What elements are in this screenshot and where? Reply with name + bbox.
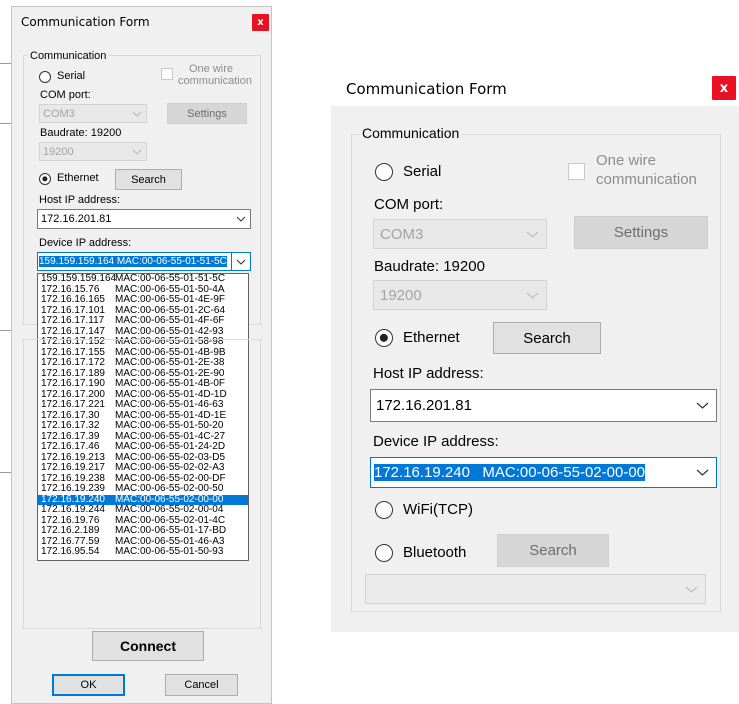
ethernet-label: Ethernet: [57, 172, 99, 184]
chevron-down-icon: [677, 586, 705, 593]
secondary-group: [23, 339, 261, 629]
host-ip-label: Host IP address:: [39, 194, 121, 206]
communication-group-label: Communication: [360, 125, 462, 142]
device-mac: MAC:00-06-55-01-4E-9F: [115, 294, 226, 305]
device-ip-label: Device IP address:: [373, 433, 499, 450]
baudrate-value: 19200: [380, 286, 422, 304]
serial-radio[interactable]: [39, 71, 51, 83]
bluetooth-radio[interactable]: [375, 544, 393, 562]
one-wire-checkbox[interactable]: [161, 68, 173, 80]
client-area: Communication Serial One wire communicat…: [331, 106, 739, 632]
close-button[interactable]: x: [712, 76, 736, 100]
com-port-label: COM port:: [374, 196, 444, 213]
connect-button[interactable]: Connect: [92, 631, 204, 661]
chevron-down-icon: [688, 469, 716, 476]
settings-button[interactable]: Settings: [574, 216, 708, 249]
window-title: Communication Form: [346, 80, 507, 98]
device-ip: 172.16.17.117: [41, 315, 105, 326]
com-port-value: COM3: [380, 225, 424, 243]
device-ip: 172.16.16.165: [41, 294, 105, 305]
com-port-select[interactable]: COM3: [373, 219, 547, 249]
settings-button[interactable]: Settings: [167, 103, 247, 124]
host-ip-select[interactable]: 172.16.201.81: [370, 389, 717, 422]
one-wire-label-line1: One wire: [189, 63, 234, 75]
serial-radio[interactable]: [375, 163, 393, 181]
device-mac: MAC:00-06-55-01-4F-6F: [115, 315, 225, 326]
baudrate-label: Baudrate: 19200: [374, 258, 485, 275]
device-ip-select[interactable]: 159.159.159.164 MAC:00-06-55-01-51-5C: [37, 252, 251, 271]
ok-button[interactable]: OK: [52, 674, 125, 696]
chevron-down-icon: [128, 149, 146, 155]
one-wire-label-line2: communication: [178, 75, 252, 87]
com-port-value: COM3: [43, 107, 75, 120]
device-list-item[interactable]: 159.159.159.164 MAC:00-06-55-01-51-5C: [38, 274, 248, 285]
baudrate-select[interactable]: 19200: [39, 142, 147, 161]
chevron-down-icon: [518, 292, 546, 299]
ethernet-label: Ethernet: [403, 329, 460, 346]
host-ip-value: 172.16.201.81: [376, 397, 472, 414]
device-ip-label: Device IP address:: [39, 237, 132, 249]
wifi-tcp-label: WiFi(TCP): [403, 501, 473, 518]
baudrate-label: Baudrate: 19200: [40, 127, 122, 139]
chevron-down-icon: [688, 402, 716, 409]
device-ip-value: 159.159.159.164 MAC:00-06-55-01-51-5C: [39, 256, 227, 267]
device-list-item[interactable]: 172.16.16.165 MAC:00-06-55-01-4E-9F: [38, 294, 248, 306]
serial-label: Serial: [403, 163, 442, 180]
left-communication-form-window: Communication Form x Communication Seria…: [11, 6, 272, 704]
device-mac: MAC:00-06-55-01-51-5C: [115, 273, 226, 284]
bluetooth-device-select[interactable]: [365, 574, 706, 604]
chevron-down-icon: [128, 111, 146, 117]
host-ip-label: Host IP address:: [373, 365, 484, 382]
close-icon: x: [257, 17, 264, 28]
device-ip-value: 172.16.19.240 MAC:00-06-55-02-00-00: [374, 464, 646, 481]
ethernet-radio[interactable]: [375, 329, 393, 347]
host-ip-select[interactable]: 172.16.201.81: [37, 209, 251, 229]
bluetooth-search-button[interactable]: Search: [497, 534, 609, 567]
ethernet-search-button[interactable]: Search: [115, 169, 182, 190]
baudrate-value: 19200: [43, 145, 74, 158]
one-wire-checkbox[interactable]: [568, 163, 585, 180]
wifi-tcp-radio[interactable]: [375, 501, 393, 519]
device-list-item[interactable]: 172.16.17.117 MAC:00-06-55-01-4F-6F: [38, 315, 248, 327]
one-wire-label-line1: One wire: [596, 152, 657, 169]
baudrate-select[interactable]: 19200: [373, 280, 547, 310]
close-button[interactable]: x: [252, 14, 269, 31]
host-ip-value: 172.16.201.81: [41, 213, 112, 225]
bluetooth-label: Bluetooth: [403, 544, 467, 561]
close-icon: x: [719, 80, 729, 96]
device-ip: 159.159.159.164: [41, 273, 117, 284]
cancel-button[interactable]: Cancel: [165, 674, 238, 696]
chevron-down-icon: [232, 216, 250, 222]
serial-label: Serial: [57, 70, 86, 82]
chevron-down-icon: [231, 253, 250, 270]
communication-group-label: Communication: [28, 50, 109, 63]
one-wire-label-line2: communication: [596, 171, 697, 188]
right-communication-form-window: Communication Form x Communication Seria…: [331, 66, 739, 632]
window-title: Communication Form: [21, 15, 150, 29]
device-ip-select[interactable]: 172.16.19.240 MAC:00-06-55-02-00-00: [370, 457, 717, 488]
chevron-down-icon: [518, 231, 546, 238]
ethernet-search-button[interactable]: Search: [493, 322, 601, 354]
com-port-select[interactable]: COM3: [39, 104, 147, 123]
com-port-label: COM port:: [40, 89, 91, 101]
ethernet-radio[interactable]: [39, 173, 51, 185]
